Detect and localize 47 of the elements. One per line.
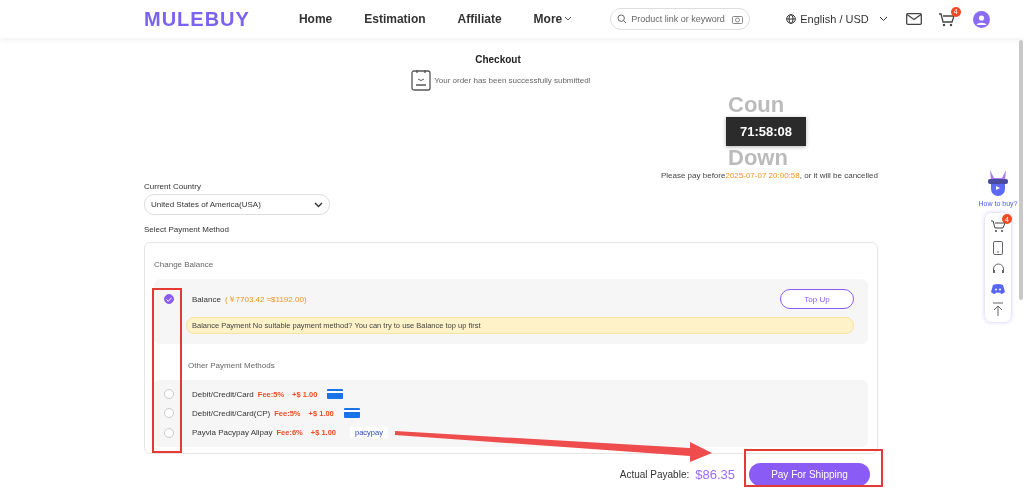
globe-icon <box>786 14 797 24</box>
radio-button[interactable] <box>164 294 174 304</box>
section-label: Select Payment Method <box>144 225 230 234</box>
cart-icon[interactable] <box>937 11 955 27</box>
mascot-logo <box>985 169 1011 199</box>
deadline-text: Please pay before2025-07-07 20:00:58, or it will be cancelled <box>660 171 878 180</box>
method-label: Debit/Credit/Card(CP) <box>192 408 271 418</box>
pay-button[interactable]: Pay For Shipping <box>749 463 870 486</box>
nav-link[interactable]: Home <box>298 12 333 26</box>
card-icon <box>327 389 344 399</box>
method-label: Payvia Pacypay Alipay <box>192 428 273 437</box>
total-amount: $86.35 <box>695 467 735 482</box>
chevron-down-icon <box>878 16 888 22</box>
nav-link[interactable]: Affiliate <box>457 12 502 26</box>
section-label: Other Payment Methods <box>188 361 275 370</box>
country-select[interactable]: United States of America(USA) <box>144 194 330 215</box>
radio-button[interactable] <box>164 389 174 399</box>
total-label: Actual Payable: <box>619 469 690 480</box>
logo[interactable]: MULEBUY <box>144 7 250 31</box>
nav-link[interactable]: Estimation <box>364 12 426 26</box>
field-label: Current Country <box>144 182 202 191</box>
card-icon <box>343 408 360 418</box>
countdown-label: Down <box>728 146 788 170</box>
top-up-button[interactable]: Top Up <box>780 289 854 309</box>
success-message: Your order has been successfully submitted! <box>434 75 591 85</box>
back-to-top-icon[interactable] <box>992 302 1004 316</box>
chevron-down-icon <box>314 201 323 208</box>
language-selector[interactable]: English / USD <box>786 13 888 25</box>
camera-icon[interactable] <box>732 14 744 24</box>
balance-amount: (￥7703.42 ≈$1192.00) <box>224 293 307 305</box>
nav-link[interactable]: More <box>533 12 573 26</box>
chat-icon[interactable] <box>991 284 1005 294</box>
search-icon <box>617 14 628 24</box>
clipboard-icon <box>411 69 432 91</box>
phone-icon[interactable] <box>993 241 1003 255</box>
page-title: Checkout <box>474 54 522 65</box>
countdown-label: Coun <box>728 93 785 117</box>
countdown-timer: 71:58:08 <box>726 117 807 146</box>
cart-icon[interactable] <box>990 219 1006 233</box>
method-label: Debit/Credit/Card <box>192 389 254 399</box>
headset-icon[interactable] <box>991 263 1005 276</box>
section-label: Change Balance <box>154 260 214 269</box>
radio-button[interactable] <box>164 427 174 438</box>
avatar[interactable] <box>972 10 990 28</box>
radio-button[interactable] <box>164 408 174 418</box>
balance-label: Balance <box>192 294 221 304</box>
mail-icon[interactable] <box>905 13 922 25</box>
